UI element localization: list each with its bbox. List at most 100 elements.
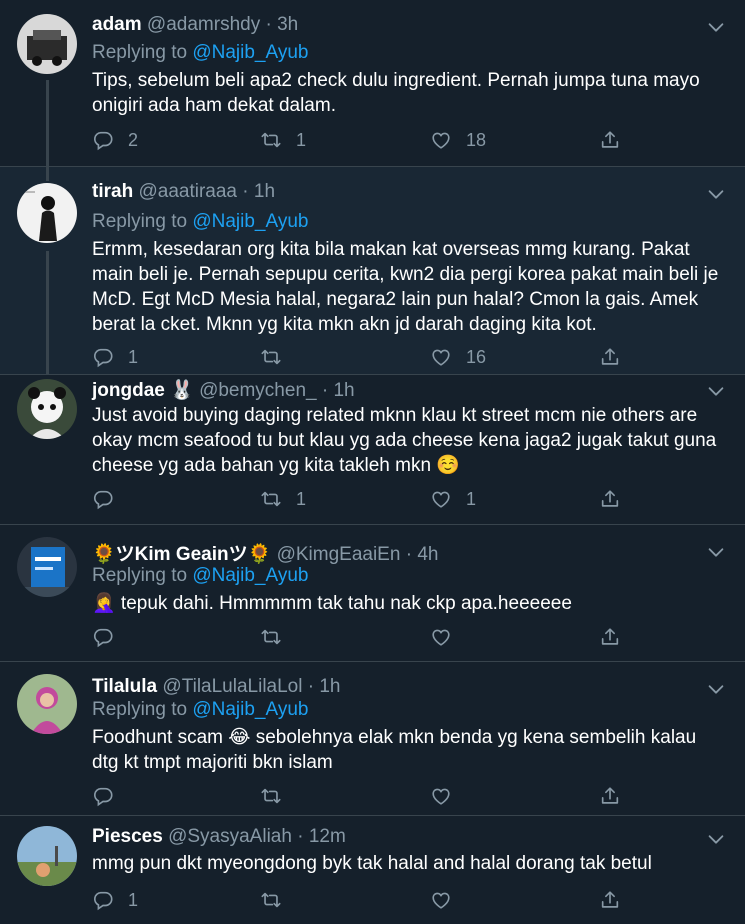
reply-button[interactable]: 2 [92,126,138,154]
separator: · [297,826,304,847]
reply-button[interactable] [92,782,128,810]
display-name[interactable]: adam [92,14,142,35]
retweet-button[interactable]: 1 [260,126,306,154]
mention-link[interactable]: @Najib_Ayub [192,42,308,63]
replying-to-label: Replying to [92,42,188,63]
like-count: 1 [466,488,477,509]
chevron-down-icon[interactable] [705,183,727,205]
share-button[interactable] [599,126,621,154]
timestamp[interactable]: 4h [417,544,438,565]
separator: · [265,14,272,35]
tweet-tilalula[interactable]: Tilalula @TilaLulaLilaLol · 1h Replying … [0,662,745,816]
like-count: 18 [466,129,487,150]
tweet-kim-geain[interactable]: 🌻ツKim Geainツ🌻 @KimgEaaiEn · 4h Replying … [0,525,745,662]
share-button[interactable] [599,485,621,513]
display-name[interactable]: 🌻ツKim Geainツ🌻 [92,544,271,565]
avatar[interactable] [17,379,77,439]
display-name[interactable]: jongdae 🐰 [92,380,194,401]
retweet-button[interactable] [260,623,296,651]
chevron-down-icon[interactable] [705,828,727,850]
tweet-header: 🌻ツKim Geainツ🌻 @KimgEaaiEn · 4h [92,539,705,565]
share-icon [599,626,621,648]
reply-count: 2 [128,129,139,150]
reply-button[interactable]: 1 [92,343,138,371]
tweet-adam[interactable]: adam @adamrshdy · 3h Replying to @Najib_… [0,0,745,167]
avatar[interactable] [17,826,77,886]
action-bar: 2 1 18 [92,126,745,154]
timestamp[interactable]: 12m [309,826,346,847]
display-name[interactable]: Tilalula [92,676,157,697]
handle[interactable]: @aaatiraaa [138,181,237,202]
like-button[interactable]: 1 [430,485,476,513]
like-button[interactable] [430,782,466,810]
timestamp[interactable]: 1h [333,380,354,401]
reply-icon [92,889,114,911]
reply-button[interactable] [92,485,128,513]
separator: · [405,544,413,565]
retweet-button[interactable] [260,782,296,810]
action-bar: 1 16 [92,343,745,371]
chevron-down-icon[interactable] [705,380,727,402]
like-icon [430,488,452,510]
handle[interactable]: @adamrshdy [147,14,260,35]
avatar[interactable] [17,14,77,74]
like-button[interactable]: 16 [430,343,486,371]
reply-button[interactable] [92,623,128,651]
like-button[interactable] [430,623,466,651]
like-count: 16 [466,346,487,367]
chevron-down-icon[interactable] [705,16,727,38]
share-button[interactable] [599,782,621,810]
like-button[interactable]: 18 [430,126,486,154]
separator: · [321,380,329,401]
avatar[interactable] [17,537,77,597]
retweet-count: 1 [296,129,307,150]
tweet-header: adam @adamrshdy · 3h [92,14,705,40]
mention-link[interactable]: @Najib_Ayub [192,211,308,232]
tweet-jongdae[interactable]: jongdae 🐰 @bemychen_ · 1h Just avoid buy… [0,375,745,525]
action-bar: 1 [92,886,745,914]
share-icon [599,785,621,807]
thread-line [46,251,49,375]
timestamp[interactable]: 1h [319,676,340,697]
tweet-tirah[interactable]: tirah @aaatiraaa · 1h Replying to @Najib… [0,167,745,375]
chevron-down-icon[interactable] [705,678,727,700]
replying-to-label: Replying to [92,699,188,720]
handle[interactable]: @KimgEaaiEn [277,544,401,565]
mention-link[interactable]: @Najib_Ayub [192,565,308,586]
share-button[interactable] [599,623,621,651]
reply-icon [92,626,114,648]
action-bar [92,782,745,810]
chevron-down-icon[interactable] [705,541,727,563]
handle[interactable]: @TilaLulaLilaLol [162,676,302,697]
thread-line [46,167,49,181]
display-name[interactable]: tirah [92,181,133,202]
replying-to: Replying to @Najib_Ayub [92,699,308,721]
like-button[interactable] [430,886,466,914]
timestamp[interactable]: 1h [254,181,275,202]
retweet-button[interactable] [260,343,296,371]
reply-icon [92,488,114,510]
replying-to-label: Replying to [92,211,188,232]
mention-link[interactable]: @Najib_Ayub [192,699,308,720]
share-icon [599,488,621,510]
share-button[interactable] [599,886,621,914]
reply-icon [92,346,114,368]
display-name[interactable]: Piesces [92,826,163,847]
like-icon [430,346,452,368]
share-icon [599,346,621,368]
reply-button[interactable]: 1 [92,886,138,914]
tweet-piesces[interactable]: Piesces @SyasyaAliah · 12m mmg pun dkt m… [0,816,745,924]
replying-to: Replying to @Najib_Ayub [92,211,308,233]
handle[interactable]: @SyasyaAliah [168,826,292,847]
share-button[interactable] [599,343,621,371]
handle[interactable]: @bemychen_ [199,380,317,401]
separator: · [242,181,249,202]
like-icon [430,626,452,648]
retweet-button[interactable]: 1 [260,485,306,513]
avatar[interactable] [17,674,77,734]
retweet-icon [260,488,282,510]
timestamp[interactable]: 3h [277,14,298,35]
avatar[interactable] [17,183,77,243]
retweet-button[interactable] [260,886,296,914]
thread-line [46,80,49,167]
